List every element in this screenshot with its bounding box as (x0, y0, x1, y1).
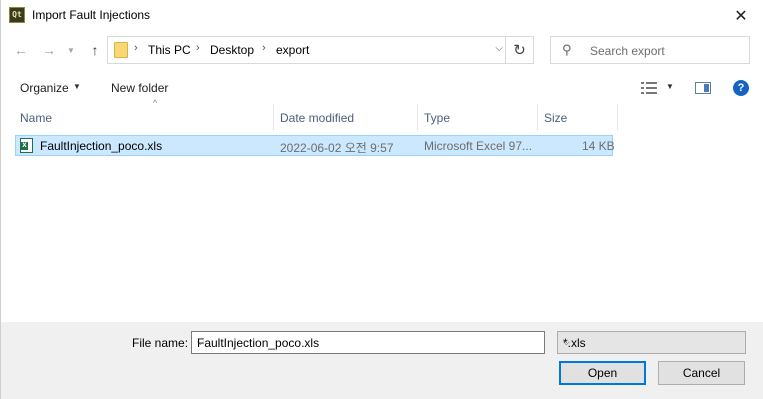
breadcrumb-desktop[interactable]: Desktop (210, 43, 254, 57)
folder-icon (114, 42, 128, 58)
breadcrumb-separator: › (262, 42, 266, 54)
column-header-name[interactable]: Name (14, 104, 274, 130)
bottom-panel: File name: FaultInjection_poco.xls ⌵ *.x… (1, 322, 763, 399)
file-type-select[interactable]: *.xls ⌵ (557, 331, 746, 354)
arrow-left-icon: ← (14, 42, 28, 58)
chevron-down-icon: ⌵ (563, 337, 570, 347)
chevron-down-icon[interactable]: ⌵ (197, 337, 539, 348)
refresh-button[interactable]: ↻ (505, 37, 533, 63)
arrow-right-icon: → (42, 42, 56, 58)
excel-file-icon (20, 138, 33, 153)
column-header-date-modified[interactable]: Date modified (274, 104, 418, 130)
command-bar: Organize ▼ New folder ▼ ? (1, 73, 763, 102)
close-button[interactable]: ✕ (718, 0, 763, 31)
navigation-bar: ← → ▼ ↑ › This PC › Desktop › export ⌵ ↻… (1, 33, 763, 69)
up-button[interactable]: ↑ (85, 40, 105, 60)
file-type: Microsoft Excel 97... (424, 139, 533, 153)
new-folder-button[interactable]: New folder (111, 81, 168, 95)
column-header-type[interactable]: Type (418, 104, 538, 130)
address-history-dropdown[interactable]: ⌵ (495, 43, 503, 54)
column-headers: ^ Name Date modified Type Size (14, 98, 618, 130)
cancel-button[interactable]: Cancel (658, 361, 745, 385)
view-options-icon[interactable] (641, 82, 657, 94)
help-icon[interactable]: ? (733, 80, 749, 96)
search-icon: ⚲ (562, 42, 572, 57)
search-input[interactable]: Search export (590, 44, 665, 58)
organize-button[interactable]: Organize (20, 81, 69, 95)
preview-pane-icon[interactable] (695, 82, 711, 94)
breadcrumb-separator: › (196, 42, 200, 54)
breadcrumb-this-pc[interactable]: This PC (148, 43, 191, 57)
window-title: Import Fault Injections (32, 8, 151, 22)
refresh-icon: ↻ (513, 42, 526, 59)
file-name-label: File name: (132, 336, 189, 350)
back-button[interactable]: ← (11, 40, 31, 60)
chevron-down-icon: ▼ (73, 82, 81, 91)
file-size: 14 KB (582, 139, 615, 153)
breadcrumb-separator: › (134, 42, 138, 54)
recent-locations-button[interactable]: ▼ (61, 40, 81, 60)
column-header-size[interactable]: Size (538, 104, 618, 130)
app-icon: Qt (9, 7, 25, 23)
close-icon: ✕ (734, 7, 748, 25)
address-bar[interactable]: › This PC › Desktop › export ⌵ ↻ (107, 36, 534, 64)
import-dialog: Qt Import Fault Injections ✕ ← → ▼ ↑ › T… (0, 0, 763, 399)
arrow-up-icon: ↑ (91, 42, 99, 58)
file-date-modified: 2022-06-02 오전 9:57 (280, 141, 394, 155)
breadcrumb-export[interactable]: export (276, 43, 309, 57)
search-box[interactable]: ⚲ Search export (550, 36, 750, 64)
title-bar: Qt Import Fault Injections ✕ (1, 0, 763, 31)
chevron-down-icon[interactable]: ▼ (666, 82, 674, 91)
file-name: FaultInjection_poco.xls (40, 139, 163, 153)
chevron-down-icon: ▼ (67, 45, 75, 55)
file-name-field[interactable]: FaultInjection_poco.xls ⌵ (191, 331, 545, 354)
open-button[interactable]: Open (559, 361, 646, 385)
forward-button[interactable]: → (39, 40, 59, 60)
file-row[interactable]: FaultInjection_poco.xls 2022-06-02 오전 9:… (15, 135, 615, 156)
